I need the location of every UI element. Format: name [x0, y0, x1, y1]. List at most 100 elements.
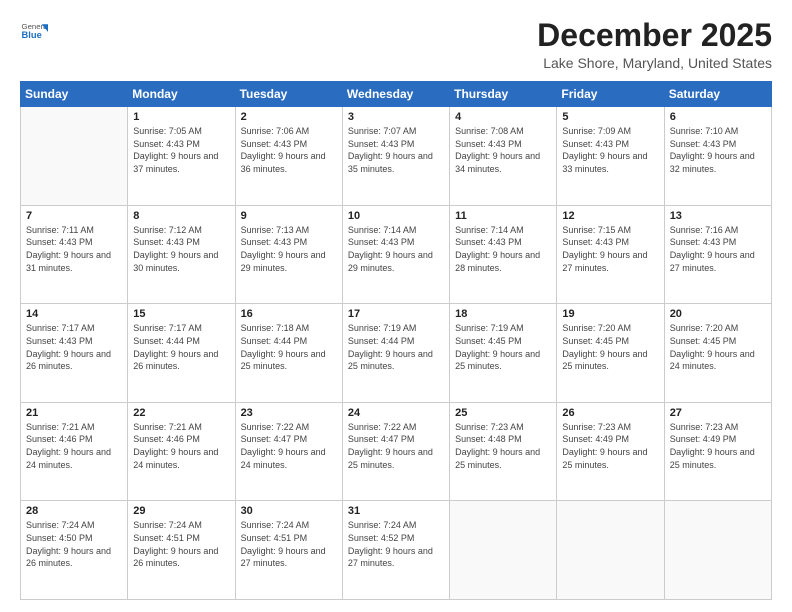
day-number: 24	[348, 407, 444, 419]
day-info: Sunrise: 7:24 AM Sunset: 4:52 PM Dayligh…	[348, 519, 444, 569]
day-number: 31	[348, 505, 444, 517]
header-sunday: Sunday	[21, 82, 128, 107]
calendar-table: Sunday Monday Tuesday Wednesday Thursday…	[20, 81, 772, 600]
day-info: Sunrise: 7:24 AM Sunset: 4:51 PM Dayligh…	[133, 519, 229, 569]
day-number: 18	[455, 308, 551, 320]
day-info: Sunrise: 7:17 AM Sunset: 4:43 PM Dayligh…	[26, 322, 122, 372]
day-info: Sunrise: 7:05 AM Sunset: 4:43 PM Dayligh…	[133, 125, 229, 175]
table-row: 23Sunrise: 7:22 AM Sunset: 4:47 PM Dayli…	[235, 402, 342, 501]
day-number: 2	[241, 111, 337, 123]
table-row	[557, 501, 664, 600]
table-row: 4Sunrise: 7:08 AM Sunset: 4:43 PM Daylig…	[450, 107, 557, 206]
day-info: Sunrise: 7:21 AM Sunset: 4:46 PM Dayligh…	[133, 421, 229, 471]
day-info: Sunrise: 7:23 AM Sunset: 4:48 PM Dayligh…	[455, 421, 551, 471]
page: General Blue December 2025 Lake Shore, M…	[0, 0, 792, 612]
day-info: Sunrise: 7:17 AM Sunset: 4:44 PM Dayligh…	[133, 322, 229, 372]
calendar-row: 21 Sunrise: 7:21 AM Sunset: 4:46 PM Dayli…	[21, 402, 772, 501]
table-row	[450, 501, 557, 600]
day-number: 21	[26, 407, 122, 419]
day-info: Sunrise: 7:23 AM Sunset: 4:49 PM Dayligh…	[670, 421, 766, 471]
day-number: 11	[455, 210, 551, 222]
svg-text:Blue: Blue	[22, 30, 42, 40]
day-info: Sunrise: 7:22 AM Sunset: 4:47 PM Dayligh…	[348, 421, 444, 471]
day-number: 5	[562, 111, 658, 123]
day-info: Sunrise: 7:23 AM Sunset: 4:49 PM Dayligh…	[562, 421, 658, 471]
day-info: Sunrise: 7:24 AM Sunset: 4:50 PM Dayligh…	[26, 519, 122, 569]
table-row: 10 Sunrise: 7:14 AM Sunset: 4:43 PM Dayli…	[342, 205, 449, 304]
day-number: 29	[133, 505, 229, 517]
day-number: 16	[241, 308, 337, 320]
day-number: 1	[133, 111, 229, 123]
day-number: 4	[455, 111, 551, 123]
table-row: 20Sunrise: 7:20 AM Sunset: 4:45 PM Dayli…	[664, 304, 771, 403]
table-row: 11 Sunrise: 7:14 AM Sunset: 4:43 PM Dayli…	[450, 205, 557, 304]
table-row	[21, 107, 128, 206]
table-row: 18Sunrise: 7:19 AM Sunset: 4:45 PM Dayli…	[450, 304, 557, 403]
table-row: 6 Sunrise: 7:10 AM Sunset: 4:43 PM Daylig…	[664, 107, 771, 206]
table-row	[664, 501, 771, 600]
header-friday: Friday	[557, 82, 664, 107]
header-tuesday: Tuesday	[235, 82, 342, 107]
table-row: 26Sunrise: 7:23 AM Sunset: 4:49 PM Dayli…	[557, 402, 664, 501]
calendar-row: 7 Sunrise: 7:11 AM Sunset: 4:43 PM Daylig…	[21, 205, 772, 304]
day-info: Sunrise: 7:20 AM Sunset: 4:45 PM Dayligh…	[562, 322, 658, 372]
day-info: Sunrise: 7:16 AM Sunset: 4:43 PM Dayligh…	[670, 224, 766, 274]
day-info: Sunrise: 7:15 AM Sunset: 4:43 PM Dayligh…	[562, 224, 658, 274]
header-saturday: Saturday	[664, 82, 771, 107]
day-info: Sunrise: 7:19 AM Sunset: 4:44 PM Dayligh…	[348, 322, 444, 372]
table-row: 21 Sunrise: 7:21 AM Sunset: 4:46 PM Dayli…	[21, 402, 128, 501]
day-number: 8	[133, 210, 229, 222]
day-number: 7	[26, 210, 122, 222]
day-info: Sunrise: 7:06 AM Sunset: 4:43 PM Dayligh…	[241, 125, 337, 175]
day-number: 27	[670, 407, 766, 419]
day-number: 25	[455, 407, 551, 419]
table-row: 30 Sunrise: 7:24 AM Sunset: 4:51 PM Dayli…	[235, 501, 342, 600]
table-row: 17Sunrise: 7:19 AM Sunset: 4:44 PM Dayli…	[342, 304, 449, 403]
table-row: 8 Sunrise: 7:12 AM Sunset: 4:43 PM Daylig…	[128, 205, 235, 304]
table-row: 22 Sunrise: 7:21 AM Sunset: 4:46 PM Dayli…	[128, 402, 235, 501]
day-info: Sunrise: 7:18 AM Sunset: 4:44 PM Dayligh…	[241, 322, 337, 372]
table-row: 9Sunrise: 7:13 AM Sunset: 4:43 PM Daylig…	[235, 205, 342, 304]
day-number: 15	[133, 308, 229, 320]
day-number: 14	[26, 308, 122, 320]
day-info: Sunrise: 7:22 AM Sunset: 4:47 PM Dayligh…	[241, 421, 337, 471]
day-info: Sunrise: 7:14 AM Sunset: 4:43 PM Dayligh…	[348, 224, 444, 274]
table-row: 1 Sunrise: 7:05 AM Sunset: 4:43 PM Daylig…	[128, 107, 235, 206]
logo: General Blue	[20, 18, 48, 46]
header-thursday: Thursday	[450, 82, 557, 107]
day-info: Sunrise: 7:12 AM Sunset: 4:43 PM Dayligh…	[133, 224, 229, 274]
table-row: 3Sunrise: 7:07 AM Sunset: 4:43 PM Daylig…	[342, 107, 449, 206]
day-info: Sunrise: 7:14 AM Sunset: 4:43 PM Dayligh…	[455, 224, 551, 274]
day-number: 28	[26, 505, 122, 517]
location-title: Lake Shore, Maryland, United States	[537, 55, 772, 71]
header-monday: Monday	[128, 82, 235, 107]
day-info: Sunrise: 7:24 AM Sunset: 4:51 PM Dayligh…	[241, 519, 337, 569]
day-number: 12	[562, 210, 658, 222]
table-row: 27 Sunrise: 7:23 AM Sunset: 4:49 PM Dayli…	[664, 402, 771, 501]
weekday-header-row: Sunday Monday Tuesday Wednesday Thursday…	[21, 82, 772, 107]
table-row: 31 Sunrise: 7:24 AM Sunset: 4:52 PM Dayli…	[342, 501, 449, 600]
day-number: 20	[670, 308, 766, 320]
title-block: December 2025 Lake Shore, Maryland, Unit…	[537, 18, 772, 71]
day-number: 6	[670, 111, 766, 123]
day-number: 13	[670, 210, 766, 222]
header-wednesday: Wednesday	[342, 82, 449, 107]
day-info: Sunrise: 7:13 AM Sunset: 4:43 PM Dayligh…	[241, 224, 337, 274]
table-row: 15 Sunrise: 7:17 AM Sunset: 4:44 PM Dayli…	[128, 304, 235, 403]
day-number: 19	[562, 308, 658, 320]
day-number: 22	[133, 407, 229, 419]
day-number: 30	[241, 505, 337, 517]
day-number: 10	[348, 210, 444, 222]
calendar-row: 14 Sunrise: 7:17 AM Sunset: 4:43 PM Dayli…	[21, 304, 772, 403]
table-row: 25 Sunrise: 7:23 AM Sunset: 4:48 PM Dayli…	[450, 402, 557, 501]
day-info: Sunrise: 7:21 AM Sunset: 4:46 PM Dayligh…	[26, 421, 122, 471]
table-row: 12 Sunrise: 7:15 AM Sunset: 4:43 PM Dayli…	[557, 205, 664, 304]
table-row: 28 Sunrise: 7:24 AM Sunset: 4:50 PM Dayli…	[21, 501, 128, 600]
table-row: 5Sunrise: 7:09 AM Sunset: 4:43 PM Daylig…	[557, 107, 664, 206]
header: General Blue December 2025 Lake Shore, M…	[20, 18, 772, 71]
table-row: 29 Sunrise: 7:24 AM Sunset: 4:51 PM Dayli…	[128, 501, 235, 600]
logo-icon: General Blue	[20, 18, 48, 46]
table-row: 2 Sunrise: 7:06 AM Sunset: 4:43 PM Daylig…	[235, 107, 342, 206]
day-info: Sunrise: 7:11 AM Sunset: 4:43 PM Dayligh…	[26, 224, 122, 274]
day-info: Sunrise: 7:10 AM Sunset: 4:43 PM Dayligh…	[670, 125, 766, 175]
